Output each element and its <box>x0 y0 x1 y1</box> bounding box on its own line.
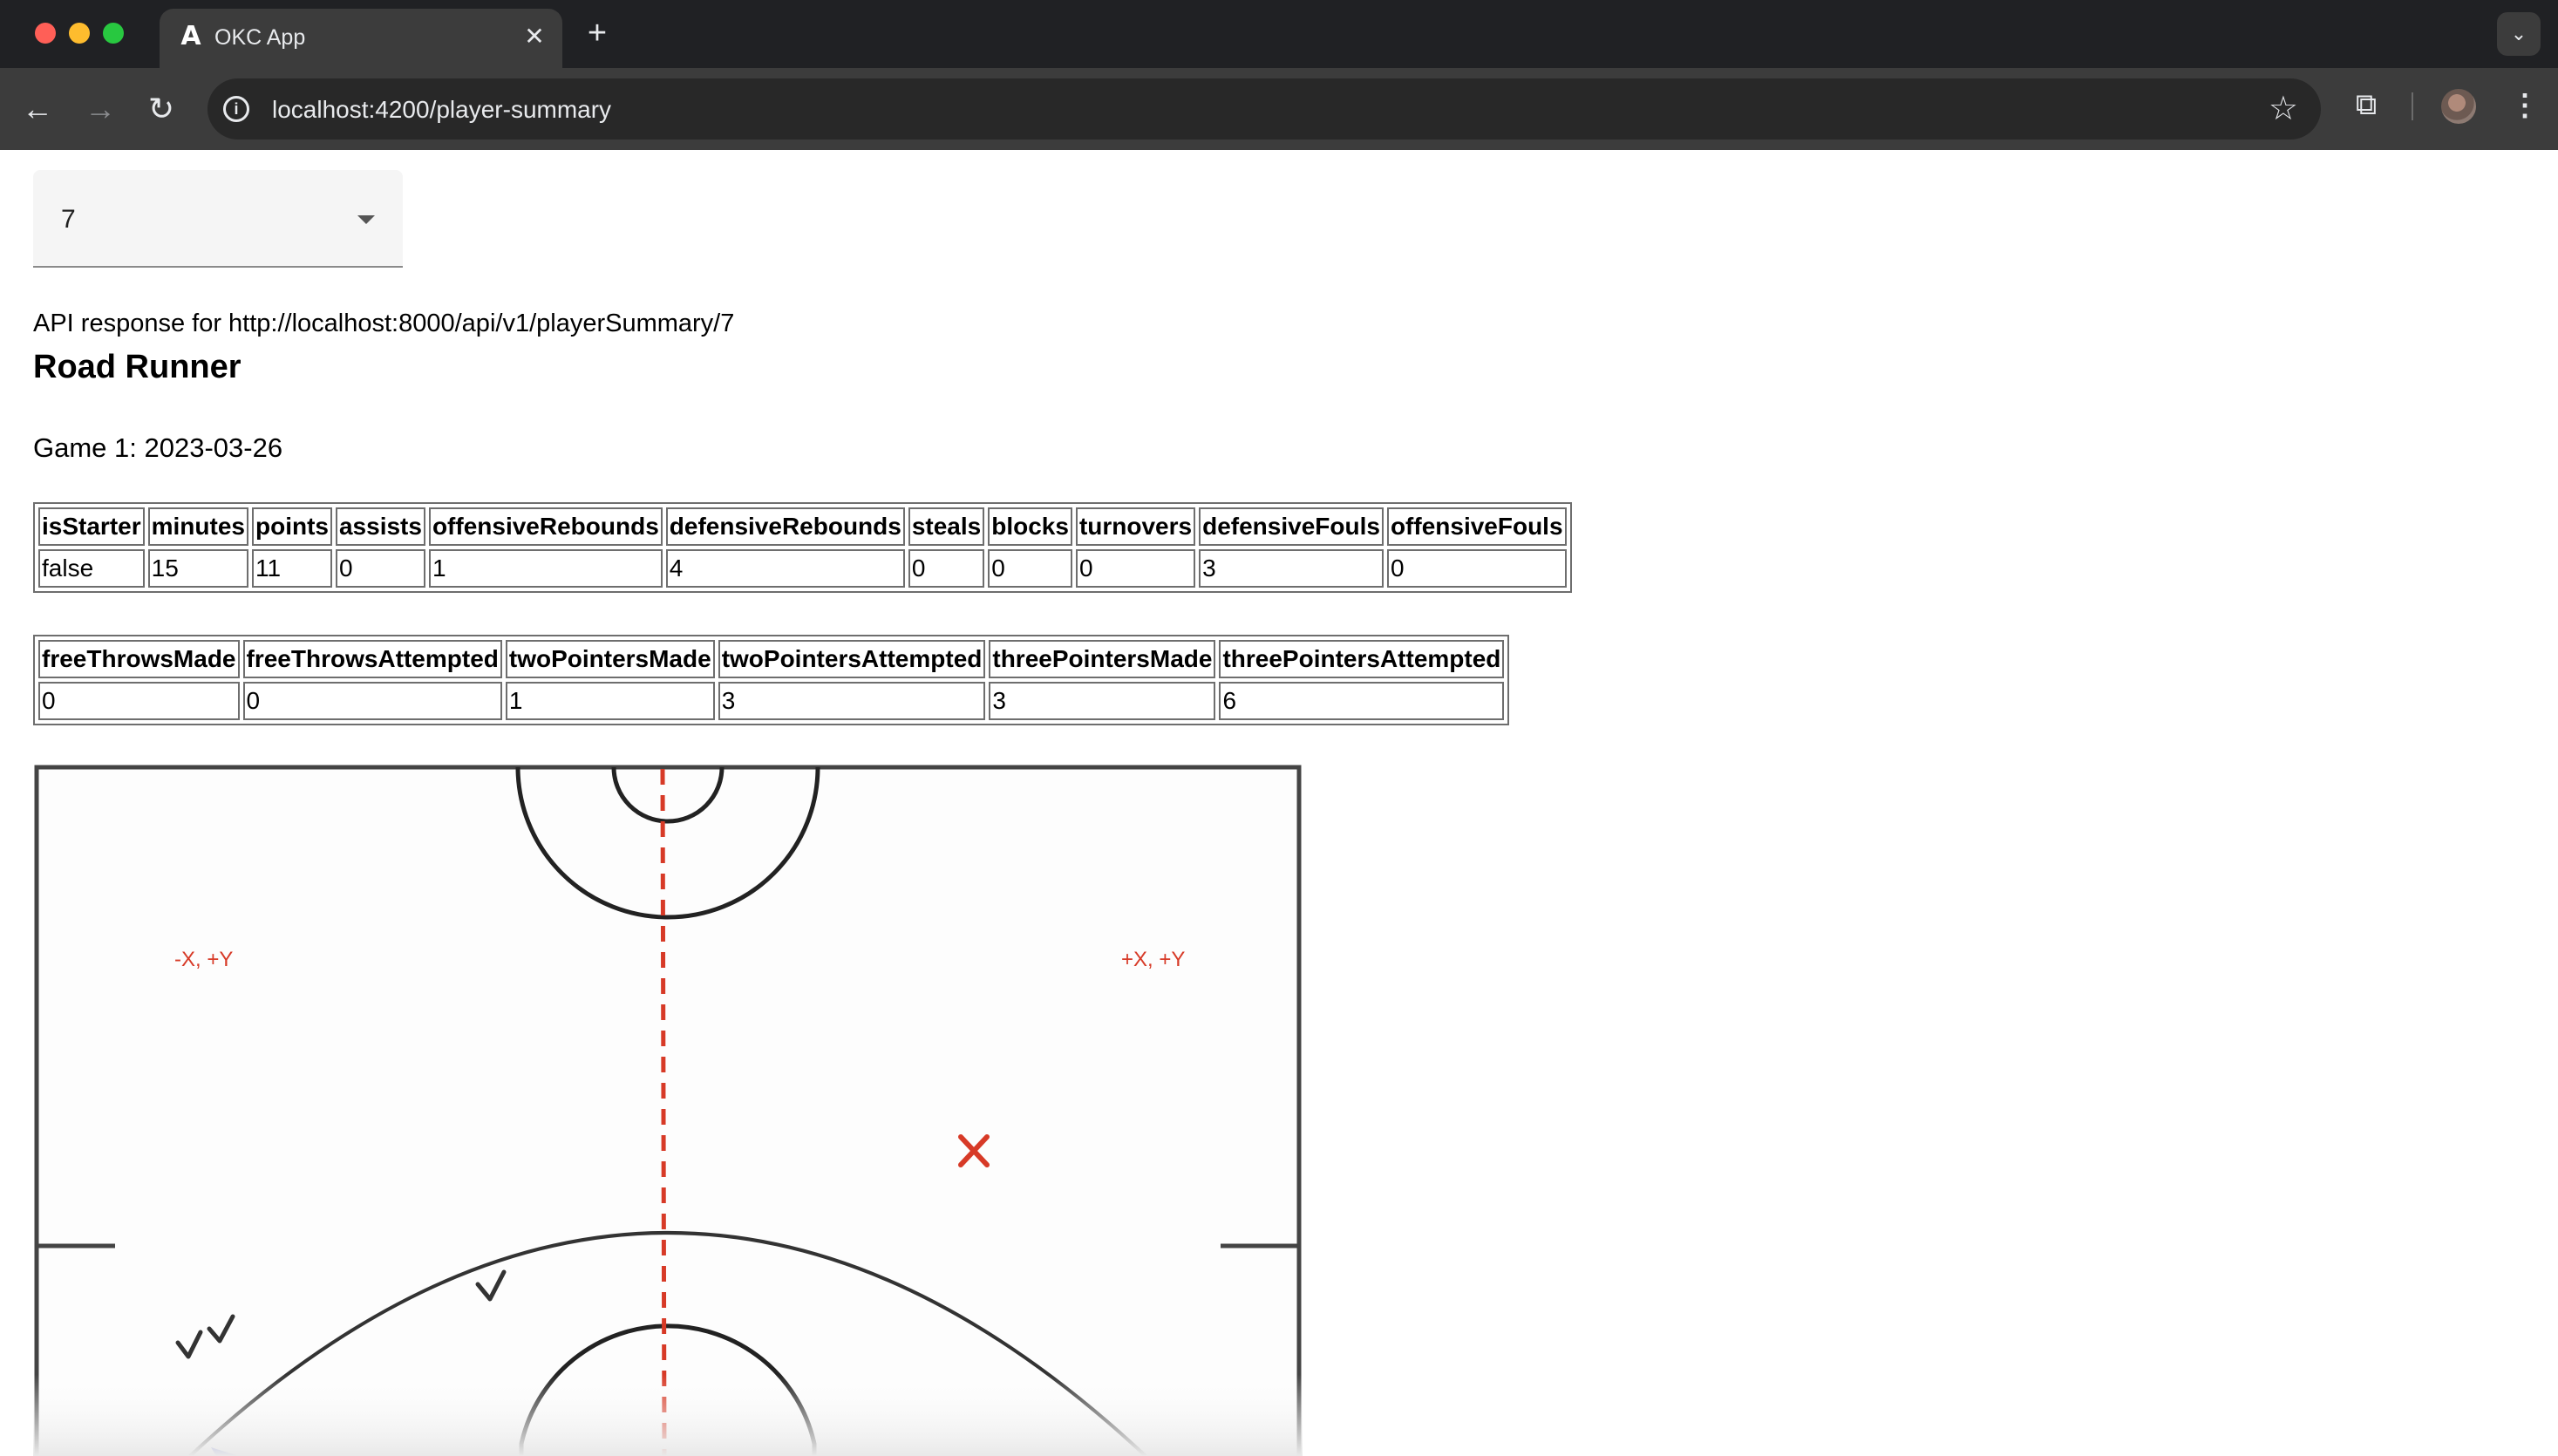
table-header-cell: isStarter <box>38 507 145 546</box>
extensions-icon[interactable]: ⧉ <box>2349 87 2384 122</box>
table-header-cell: minutes <box>147 507 248 546</box>
table-cell: false <box>38 549 145 588</box>
table-header-cell: defensiveRebounds <box>665 507 905 546</box>
back-arrow-icon[interactable]: ← <box>17 89 58 129</box>
table-header-cell: defensiveFouls <box>1199 507 1384 546</box>
table-cell: 0 <box>38 682 240 720</box>
table-header-cell: steals <box>908 507 985 546</box>
table-header-row: freeThrowsMade freeThrowsAttempted twoPo… <box>38 640 1505 678</box>
table-header-cell: threePointersMade <box>989 640 1216 678</box>
table-cell: 1 <box>505 682 715 720</box>
plus-icon[interactable]: + <box>580 16 615 51</box>
table-cell: 3 <box>989 682 1216 720</box>
reload-icon[interactable]: ↻ <box>141 89 181 129</box>
court-outline <box>34 765 1302 1456</box>
dropdown-arrow-icon[interactable] <box>357 215 375 224</box>
table-header-cell: offensiveRebounds <box>428 507 663 546</box>
table-header-cell: assists <box>335 507 425 546</box>
table-header-cell: freeThrowsMade <box>38 640 240 678</box>
table-cell: 4 <box>665 549 905 588</box>
table-header-cell: freeThrowsAttempted <box>242 640 502 678</box>
game-heading: Game 1: 2023-03-26 <box>33 432 283 463</box>
avatar[interactable] <box>2441 89 2476 124</box>
star-icon[interactable]: ☆ <box>2269 91 2298 127</box>
browser-tab-bar: A OKC App ✕ + ⌄ <box>0 0 2558 68</box>
basketball-court: -X, +Y +X, +Y <box>33 765 1303 1456</box>
table-header-cell: twoPointersAttempted <box>718 640 986 678</box>
browser-toolbar: ← → ↻ i localhost:4200/player-summary ☆ <box>0 68 2558 150</box>
player-name: Road Runner <box>33 349 242 385</box>
table-cell: 0 <box>988 549 1072 588</box>
toolbar-divider <box>2412 92 2413 120</box>
angular-favicon-icon: A <box>180 21 201 51</box>
table-cell: 11 <box>251 549 332 588</box>
table-row: 0 0 1 3 3 6 <box>38 682 1505 720</box>
window-close-button[interactable] <box>35 23 56 44</box>
stats-table-2: freeThrowsMade freeThrowsAttempted twoPo… <box>33 635 1510 725</box>
close-icon[interactable]: ✕ <box>519 21 550 52</box>
table-header-cell: threePointersAttempted <box>1219 640 1505 678</box>
player-select[interactable]: 7 <box>33 170 403 268</box>
api-response-text: API response for http://localhost:8000/a… <box>33 310 735 337</box>
table-cell: 0 <box>242 682 502 720</box>
table-cell: 15 <box>147 549 248 588</box>
table-cell: 1 <box>428 549 663 588</box>
fade-overlay <box>33 1374 1303 1456</box>
table-header-cell: points <box>251 507 332 546</box>
stats-table-1: isStarter minutes points assists offensi… <box>33 502 1572 593</box>
tab-title: OKC App <box>214 25 306 50</box>
more-vert-icon[interactable]: ⋮ <box>2507 87 2542 124</box>
table-cell: 0 <box>335 549 425 588</box>
player-select-value: 7 <box>61 205 76 234</box>
address-bar[interactable]: i localhost:4200/player-summary ☆ <box>207 78 2321 139</box>
quadrant-left-label: -X, +Y <box>174 948 233 971</box>
table-cell: 6 <box>1219 682 1505 720</box>
table-cell: 3 <box>718 682 986 720</box>
table-header-row: isStarter minutes points assists offensi… <box>38 507 1567 546</box>
table-header-cell: twoPointersMade <box>505 640 715 678</box>
table-header-cell: blocks <box>988 507 1072 546</box>
chevron-down-icon[interactable]: ⌄ <box>2497 12 2541 56</box>
browser-tab[interactable]: A OKC App ✕ <box>160 9 562 68</box>
table-cell: 0 <box>908 549 985 588</box>
table-cell: 0 <box>1075 549 1196 588</box>
table-cell: 3 <box>1199 549 1384 588</box>
table-header-cell: offensiveFouls <box>1386 507 1567 546</box>
url-text[interactable]: localhost:4200/player-summary <box>272 96 611 124</box>
forward-arrow-icon[interactable]: → <box>80 89 120 129</box>
window-minimize-button[interactable] <box>69 23 90 44</box>
info-icon[interactable]: i <box>223 96 249 122</box>
table-header-cell: turnovers <box>1075 507 1196 546</box>
window-maximize-button[interactable] <box>103 23 124 44</box>
quadrant-right-label: +X, +Y <box>1121 948 1185 971</box>
table-cell: 0 <box>1386 549 1567 588</box>
table-row: false 15 11 0 1 4 0 0 0 3 0 <box>38 549 1567 588</box>
